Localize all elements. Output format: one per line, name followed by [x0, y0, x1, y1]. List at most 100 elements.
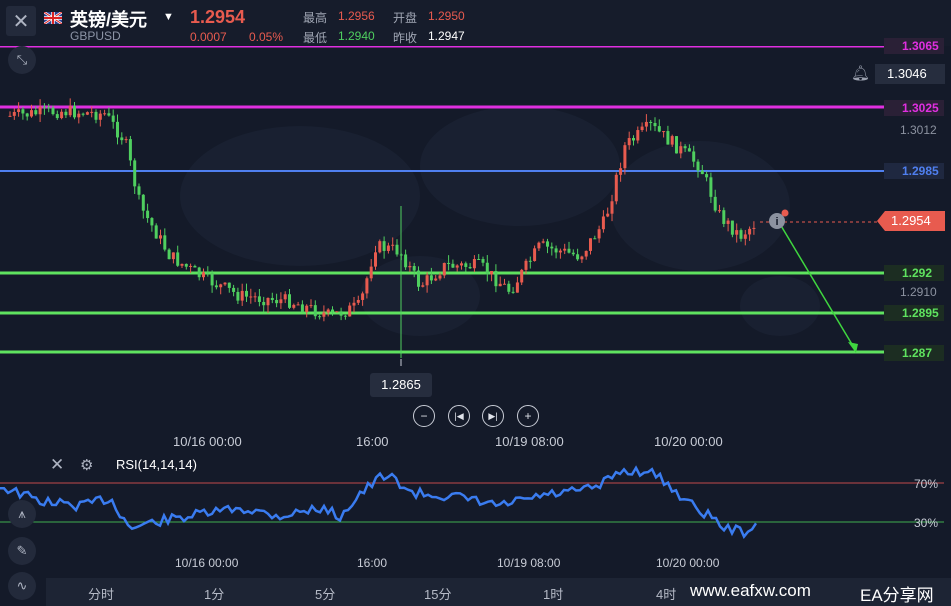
open-value: 1.2950 — [428, 9, 465, 23]
time-tick-3: 10/19 08:00 — [495, 434, 564, 449]
indicator-icon: ∿ — [16, 578, 28, 593]
high-value: 1.2956 — [338, 9, 375, 23]
candle-body — [90, 111, 94, 113]
candle-body — [68, 105, 72, 116]
scroll-start-button[interactable]: |◀ — [448, 405, 470, 427]
candle-body — [481, 259, 485, 263]
bell-icon[interactable]: 🔔︎ — [851, 64, 870, 82]
timeframe-1m[interactable]: 1分 — [204, 584, 224, 603]
candle-body — [331, 309, 334, 312]
prev-close-label: 昨收 — [393, 31, 418, 45]
candle-body — [386, 245, 390, 251]
prev-close-value: 1.2947 — [428, 29, 465, 43]
candle-body — [322, 312, 326, 317]
candle-body — [584, 250, 588, 257]
candle-body — [223, 282, 227, 285]
candle-body — [623, 145, 627, 169]
candle-body — [227, 282, 231, 288]
candle-body — [146, 210, 150, 219]
price-chart[interactable]: i — [0, 46, 951, 578]
candle-body — [438, 275, 442, 279]
candle-body — [477, 259, 481, 261]
price-change: 0.0007 — [190, 30, 227, 44]
close-button[interactable]: ✕ — [6, 6, 36, 36]
shrink-button[interactable]: ⤡ — [8, 46, 36, 74]
price-tag-r3: 1.2985 — [884, 163, 944, 179]
candle-body — [103, 113, 107, 115]
low-marker-label: 1.2865 — [370, 373, 432, 397]
low-label: 最低 — [303, 31, 328, 45]
candle-body — [120, 137, 124, 141]
pencil-icon: ✎ — [16, 543, 28, 558]
candle-body — [180, 263, 184, 266]
candle-body — [718, 210, 721, 212]
candle-body — [498, 283, 502, 287]
candle-body — [94, 111, 98, 120]
zoom-out-button[interactable]: − — [413, 405, 435, 427]
candle-body — [713, 196, 717, 211]
candle-body — [232, 287, 236, 292]
candle-body — [17, 109, 21, 112]
candle-body — [640, 126, 644, 131]
timeframe-1h[interactable]: 1时 — [543, 584, 563, 603]
scroll-end-button[interactable]: ▶| — [482, 405, 504, 427]
candle-body — [533, 248, 537, 262]
rsi-time-tick-2: 16:00 — [357, 556, 388, 570]
candle-body — [253, 296, 257, 298]
candle-body — [128, 139, 132, 161]
candle-body — [460, 263, 463, 266]
candle-body — [571, 252, 575, 255]
timeframe-15m[interactable]: 15分 — [424, 584, 451, 603]
candle-body — [55, 114, 59, 119]
candle-body — [455, 265, 459, 268]
candle-body — [150, 218, 154, 226]
candle-body — [606, 213, 610, 217]
candle-body — [111, 115, 115, 122]
timeframe-5m[interactable]: 5分 — [315, 584, 335, 603]
zoom-in-button[interactable]: + — [517, 405, 539, 427]
minus-icon: − — [420, 409, 428, 423]
candle-body — [520, 269, 524, 283]
candle-body — [292, 304, 296, 308]
chart-type-button[interactable]: ⩚ — [8, 500, 36, 528]
candle-body — [313, 305, 317, 317]
candle-body — [558, 250, 562, 253]
candle-body — [408, 266, 412, 268]
price-tag-s1: 1.292 — [884, 265, 944, 281]
skip-back-icon: |◀ — [454, 410, 464, 421]
timeframe-tick[interactable]: 分时 — [88, 584, 114, 603]
price-tag-s2: 1.2895 — [884, 305, 944, 321]
candle-body — [335, 311, 339, 313]
candle-body — [365, 278, 369, 294]
candle-body — [339, 311, 343, 316]
draw-button[interactable]: ✎ — [8, 537, 36, 565]
candle-body — [722, 210, 726, 224]
candle-body — [391, 244, 395, 246]
rsi-label: RSI(14,14,14) — [116, 457, 197, 472]
candle-body — [589, 238, 592, 251]
rsi-settings-icon[interactable]: ⚙ — [80, 456, 93, 474]
candle-body — [60, 111, 64, 119]
timeframe-4h[interactable]: 4时 — [656, 584, 676, 603]
rsi-time-tick-1: 10/16 00:00 — [175, 556, 239, 570]
candle-body — [632, 138, 635, 141]
alert-dot — [781, 209, 789, 217]
candle-body — [511, 291, 515, 293]
candle-body — [8, 115, 12, 117]
indicator-button[interactable]: ∿ — [8, 572, 36, 600]
candle-body — [404, 254, 408, 268]
chevron-down-icon[interactable]: ▼ — [163, 11, 174, 23]
cursor-price-tag: 1.3046 — [875, 64, 945, 84]
candle-body — [619, 168, 623, 175]
candle-body — [627, 138, 631, 146]
rsi-time-tick-3: 10/19 08:00 — [497, 556, 561, 570]
rsi-close-icon[interactable]: ✕ — [50, 455, 64, 475]
candle-body — [657, 126, 661, 132]
candle-body — [417, 270, 420, 287]
candle-body — [214, 285, 218, 288]
candle-body — [352, 302, 356, 306]
candle-body — [670, 136, 674, 145]
candle-body — [21, 109, 25, 114]
candle-body — [748, 228, 752, 235]
candle-body — [726, 220, 730, 224]
